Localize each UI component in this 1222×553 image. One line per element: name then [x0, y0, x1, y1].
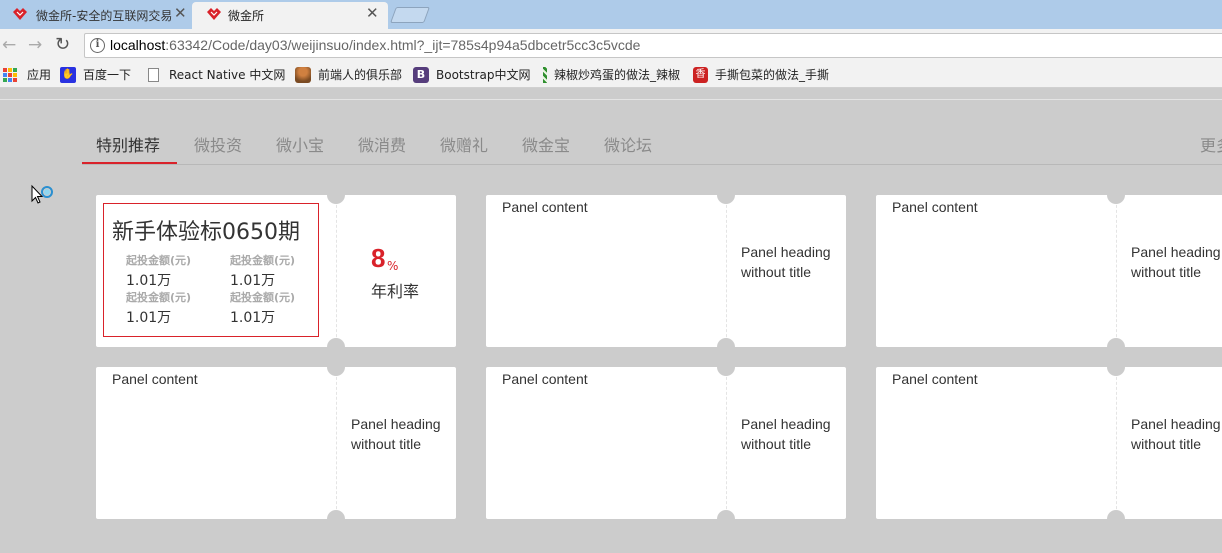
bookmarks-bar: 应用 ✋ 百度一下 React Native 中文网 前端人的俱乐部 B Boo…	[0, 61, 1222, 88]
amount-value: 1.01万	[126, 310, 172, 326]
recipe-icon	[543, 66, 547, 83]
divider	[0, 99, 1222, 100]
interest-rate-label: 年利率	[371, 282, 420, 301]
tab-invest[interactable]: 微投资	[194, 132, 242, 156]
card-notch	[1107, 186, 1125, 204]
person-icon	[295, 66, 311, 83]
card-divider	[336, 195, 337, 347]
new-tab-button[interactable]	[390, 7, 430, 23]
panel-content-text: Panel content	[892, 199, 978, 215]
amount-label: 起投金额(元)	[230, 291, 296, 304]
card-notch	[717, 510, 735, 528]
card-notch	[717, 186, 735, 204]
panel-card[interactable]: Panel content Panel heading without titl…	[486, 186, 846, 356]
tab-forum[interactable]: 微论坛	[604, 132, 652, 156]
more-link[interactable]: 更多	[1200, 132, 1222, 156]
card-notch	[327, 186, 345, 204]
bookmark-label: React Native 中文网	[169, 68, 286, 82]
panel-card[interactable]: Panel content Panel heading without titl…	[876, 358, 1222, 528]
card-divider	[1116, 367, 1117, 519]
tab-close-icon[interactable]: ✕	[174, 5, 187, 21]
bootstrap-icon: B	[413, 66, 429, 83]
card-notch	[327, 510, 345, 528]
weijinsuo-favicon-icon	[207, 8, 221, 20]
panel-card[interactable]: Panel content Panel heading without titl…	[486, 358, 846, 528]
tab-gift[interactable]: 微赠礼	[440, 132, 488, 156]
panel-content-text: Panel content	[502, 199, 588, 215]
panel-heading-text: Panel heading without title	[741, 416, 831, 452]
tab-featured[interactable]: 特别推荐	[96, 132, 160, 156]
tab-consume[interactable]: 微消费	[358, 132, 406, 156]
card-notch	[1107, 338, 1125, 356]
interest-rate-value: 8	[371, 243, 386, 273]
weijinsuo-favicon-icon	[13, 8, 27, 20]
amount-value: 1.01万	[126, 273, 172, 289]
tab-title: 微金所-安全的互联网交易平台	[36, 9, 172, 23]
card-notch	[717, 338, 735, 356]
amount-label: 起投金额(元)	[230, 254, 296, 267]
feature-info-box: 新手体验标0650期 起投金额(元) 1.01万 起投金额(元) 1.01万 起…	[103, 203, 319, 337]
card-notch	[327, 358, 345, 376]
card-notch	[1107, 510, 1125, 528]
address-bar[interactable]: i localhost:63342/Code/day03/weijinsuo/i…	[84, 33, 1222, 58]
back-arrow-icon[interactable]: ←	[2, 34, 16, 56]
bookmark-frontend-club[interactable]: 前端人的俱乐部	[295, 66, 402, 83]
card-notch	[1107, 358, 1125, 376]
forward-arrow-icon[interactable]: →	[28, 34, 42, 56]
busy-cursor-icon	[31, 184, 53, 204]
panel-content-text: Panel content	[892, 371, 978, 387]
bookmark-apps[interactable]: 应用	[3, 66, 51, 83]
card-divider	[726, 367, 727, 519]
product-nav-tabs: 特别推荐 微投资 微小宝 微消费 微赠礼 微金宝 微论坛 更多	[82, 124, 1222, 165]
bookmark-react-native[interactable]: React Native 中文网	[148, 66, 285, 83]
bookmark-recipe-2[interactable]: 香 手撕包菜的做法_手撕	[693, 66, 829, 83]
panel-card[interactable]: Panel content Panel heading without titl…	[876, 186, 1222, 356]
feature-product-card[interactable]: 新手体验标0650期 起投金额(元) 1.01万 起投金额(元) 1.01万 起…	[96, 186, 456, 356]
page-icon	[148, 67, 159, 82]
panel-card[interactable]: Panel content Panel heading without titl…	[96, 358, 456, 528]
bookmark-label: 百度一下	[83, 68, 132, 82]
bookmark-label: Bootstrap中文网	[436, 68, 531, 82]
tab-title: 微金所	[228, 9, 265, 23]
url-text[interactable]: localhost:63342/Code/day03/weijinsuo/ind…	[110, 37, 640, 53]
amount-label: 起投金额(元)	[126, 254, 192, 267]
panel-content-text: Panel content	[502, 371, 588, 387]
bookmark-label: 前端人的俱乐部	[318, 68, 403, 82]
active-tab-underline	[82, 162, 177, 164]
panel-heading-text: Panel heading without title	[741, 244, 831, 280]
amount-value: 1.01万	[230, 310, 276, 326]
page-content: 特别推荐 微投资 微小宝 微消费 微赠礼 微金宝 微论坛 更多 新手体验标065…	[0, 89, 1222, 553]
tab-xiaobao[interactable]: 微小宝	[276, 132, 324, 156]
browser-tab-1[interactable]: 微金所-安全的互联网交易平台 ✕	[0, 2, 192, 29]
bookmark-label: 应用	[27, 68, 52, 82]
bookmark-label: 辣椒炒鸡蛋的做法_辣椒	[553, 68, 680, 82]
product-title: 新手体验标0650期	[112, 220, 300, 245]
bookmark-recipe-1[interactable]: 辣椒炒鸡蛋的做法_辣椒	[543, 66, 680, 83]
card-notch	[327, 338, 345, 356]
amount-value: 1.01万	[230, 273, 276, 289]
card-divider	[1116, 195, 1117, 347]
amount-label: 起投金额(元)	[126, 291, 192, 304]
panel-heading-text: Panel heading without title	[1131, 416, 1221, 452]
bookmark-bootstrap[interactable]: B Bootstrap中文网	[413, 66, 530, 83]
recipe-red-icon: 香	[693, 66, 708, 83]
card-divider	[336, 367, 337, 519]
browser-tab-2-active[interactable]: 微金所 ✕	[192, 2, 388, 29]
interest-rate-unit: %	[387, 259, 399, 273]
panel-heading-text: Panel heading without title	[1131, 244, 1221, 280]
apps-grid-icon	[3, 67, 17, 82]
browser-tabstrip: 微金所-安全的互联网交易平台 ✕ 微金所 ✕	[0, 0, 1222, 29]
bookmark-label: 手撕包菜的做法_手撕	[714, 68, 829, 82]
bookmark-baidu[interactable]: ✋ 百度一下	[60, 66, 131, 83]
card-notch	[717, 358, 735, 376]
info-icon[interactable]: i	[90, 38, 105, 53]
panel-heading-text: Panel heading without title	[351, 416, 441, 452]
browser-toolbar: ← → ↻ i localhost:63342/Code/day03/weiji…	[0, 29, 1222, 61]
card-divider	[726, 195, 727, 347]
panel-content-text: Panel content	[112, 371, 198, 387]
baidu-icon: ✋	[60, 66, 76, 83]
tab-close-icon[interactable]: ✕	[366, 5, 379, 21]
reload-icon[interactable]: ↻	[55, 34, 70, 56]
tab-jinbao[interactable]: 微金宝	[522, 132, 570, 156]
